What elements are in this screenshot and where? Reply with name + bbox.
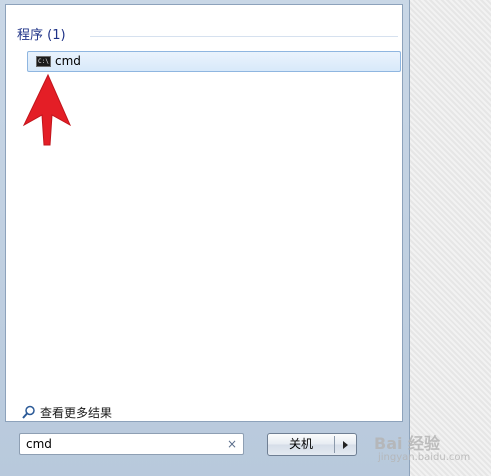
start-menu: 程序 (1) C:\ cmd 查看更多结果 × 关机 xyxy=(0,0,410,476)
red-arrow-pointer-icon xyxy=(22,73,72,146)
search-box[interactable]: × xyxy=(19,433,244,455)
shutdown-split-button: 关机 xyxy=(267,433,357,456)
cmd-console-icon: C:\ xyxy=(36,56,51,67)
desktop-background xyxy=(410,0,491,476)
chevron-right-icon xyxy=(343,441,348,449)
search-icon xyxy=(22,405,35,419)
group-header-programs: 程序 (1) xyxy=(17,28,66,43)
clear-x-icon[interactable]: × xyxy=(227,436,237,452)
result-item-cmd[interactable]: C:\ cmd xyxy=(27,51,401,72)
result-item-label: cmd xyxy=(55,54,81,68)
cmd-icon-text: C:\ xyxy=(38,58,49,65)
watermark: Bai 经验 jingyan.baidu.com xyxy=(370,424,480,470)
see-more-label: 查看更多结果 xyxy=(40,406,113,420)
group-divider xyxy=(90,36,398,37)
search-results-panel: 程序 (1) C:\ cmd 查看更多结果 xyxy=(5,4,403,422)
shutdown-options-button[interactable] xyxy=(335,434,356,455)
search-input[interactable] xyxy=(26,436,216,452)
watermark-sub: jingyan.baidu.com xyxy=(378,452,471,463)
shutdown-button[interactable]: 关机 xyxy=(268,434,334,455)
watermark-text: Bai 经验 xyxy=(374,434,441,453)
